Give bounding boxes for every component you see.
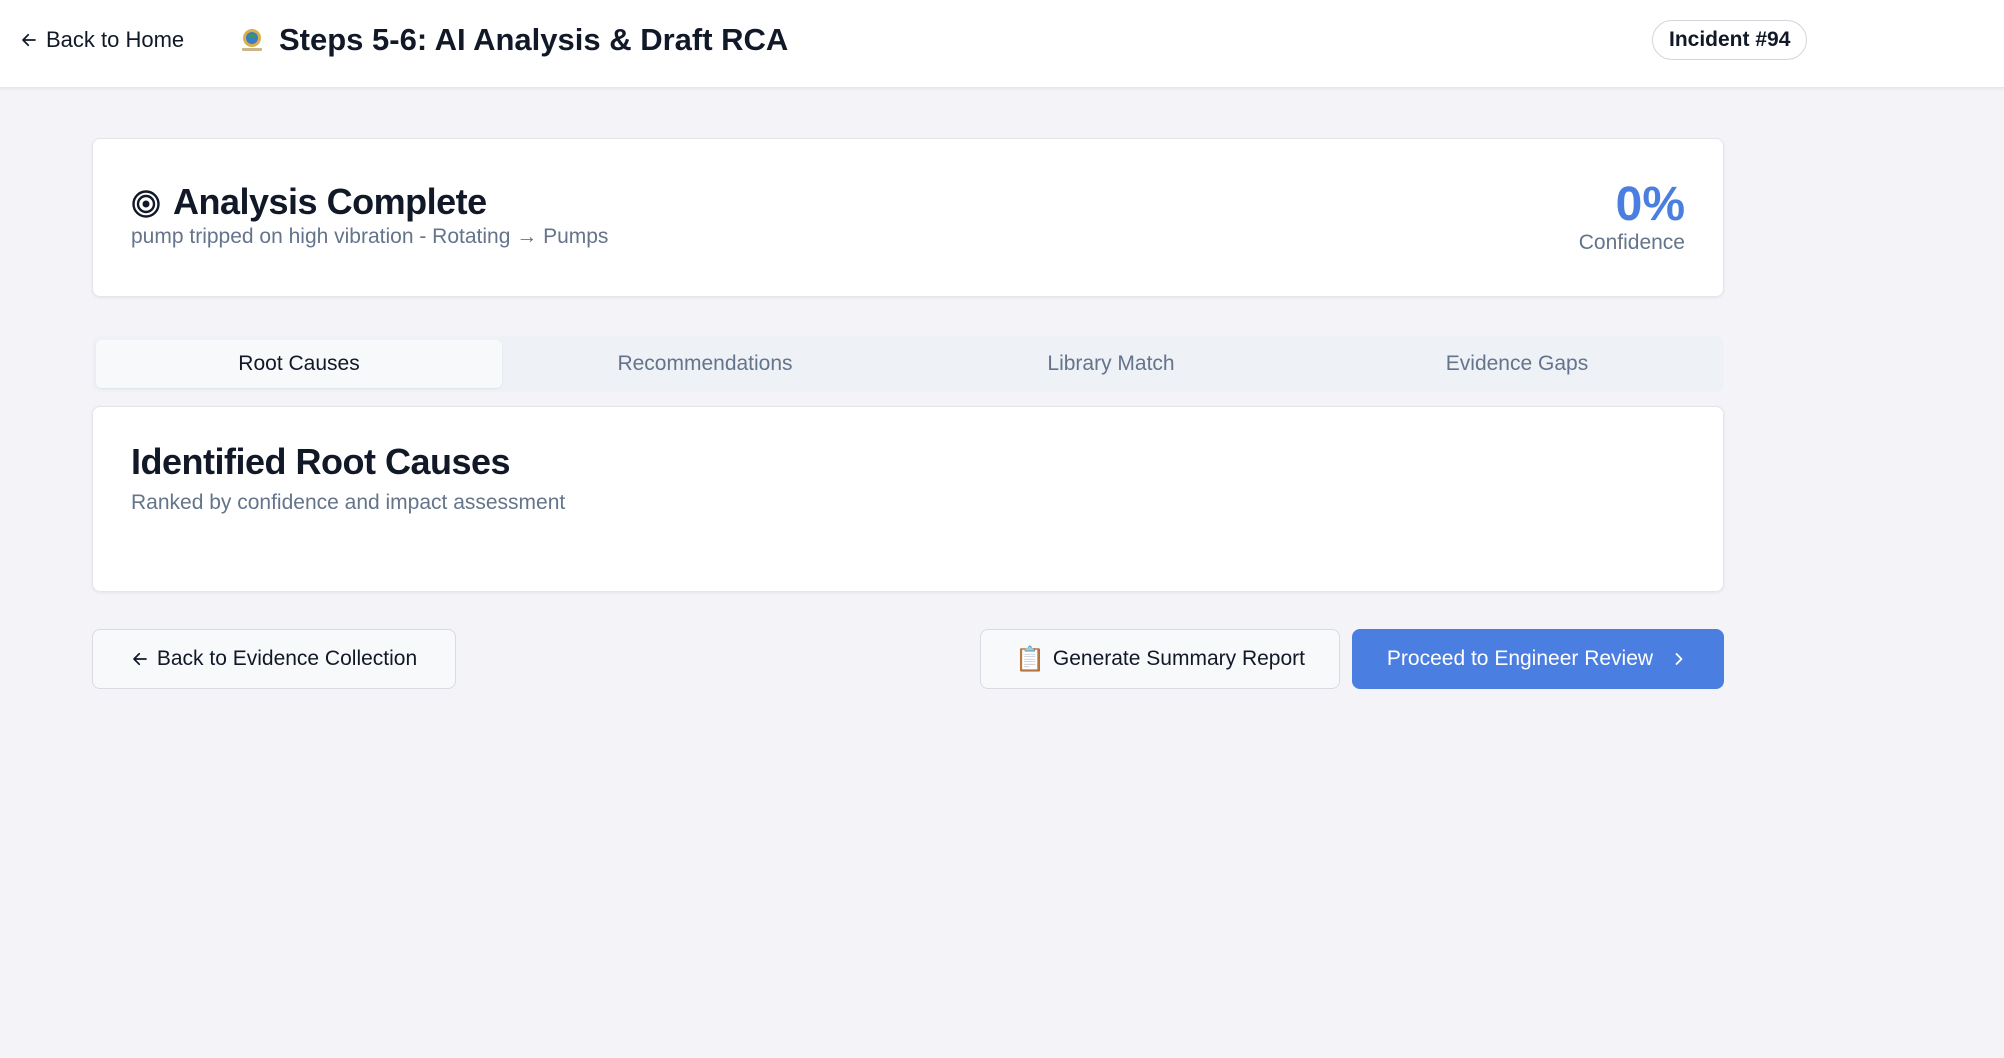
analysis-title: Analysis Complete xyxy=(173,181,487,222)
tab-root-causes[interactable]: Root Causes xyxy=(96,340,502,388)
arrow-left-icon xyxy=(133,652,147,666)
tab-recommendations[interactable]: Recommendations xyxy=(502,340,908,388)
confidence-value: 0% xyxy=(1615,178,1685,231)
generate-report-label: Generate Summary Report xyxy=(1052,647,1305,670)
root-causes-title: Identified Root Causes xyxy=(131,441,511,482)
chevron-right-icon xyxy=(1675,653,1683,665)
analysis-tabs: Root Causes Recommendations Library Matc… xyxy=(92,336,1724,392)
back-to-evidence-button[interactable]: Back to Evidence Collection xyxy=(92,629,456,689)
tab-library-match[interactable]: Library Match xyxy=(908,340,1314,388)
top-header: Back to Home Steps 5-6: AI Analysis & Dr… xyxy=(0,0,2004,88)
analysis-summary-card: Analysis Complete pump tripped on high v… xyxy=(92,138,1724,297)
confidence-label: Confidence xyxy=(1578,231,1685,254)
back-to-home-link[interactable]: Back to Home xyxy=(20,24,184,56)
root-causes-card: Identified Root Causes Ranked by confide… xyxy=(92,406,1724,592)
incident-badge: Incident #94 xyxy=(1652,20,1808,60)
generate-report-button[interactable]: 📋 Generate Summary Report xyxy=(980,629,1340,689)
back-to-home-label: Back to Home xyxy=(46,27,185,52)
back-to-evidence-label: Back to Evidence Collection xyxy=(156,647,418,670)
root-causes-subtitle: Ranked by confidence and impact assessme… xyxy=(131,491,566,514)
proceed-review-label: Proceed to Engineer Review xyxy=(1386,647,1654,670)
app-logo-icon xyxy=(242,29,262,51)
proceed-review-button[interactable]: Proceed to Engineer Review xyxy=(1352,629,1724,689)
page-title: Steps 5-6: AI Analysis & Draft RCA xyxy=(279,22,789,57)
tab-evidence-gaps[interactable]: Evidence Gaps xyxy=(1314,340,1720,388)
clipboard-icon: 📋 xyxy=(1015,645,1045,673)
target-icon xyxy=(132,190,160,218)
analysis-subtitle: pump tripped on high vibration - Rotatin… xyxy=(131,225,609,248)
arrow-left-icon xyxy=(22,33,36,47)
